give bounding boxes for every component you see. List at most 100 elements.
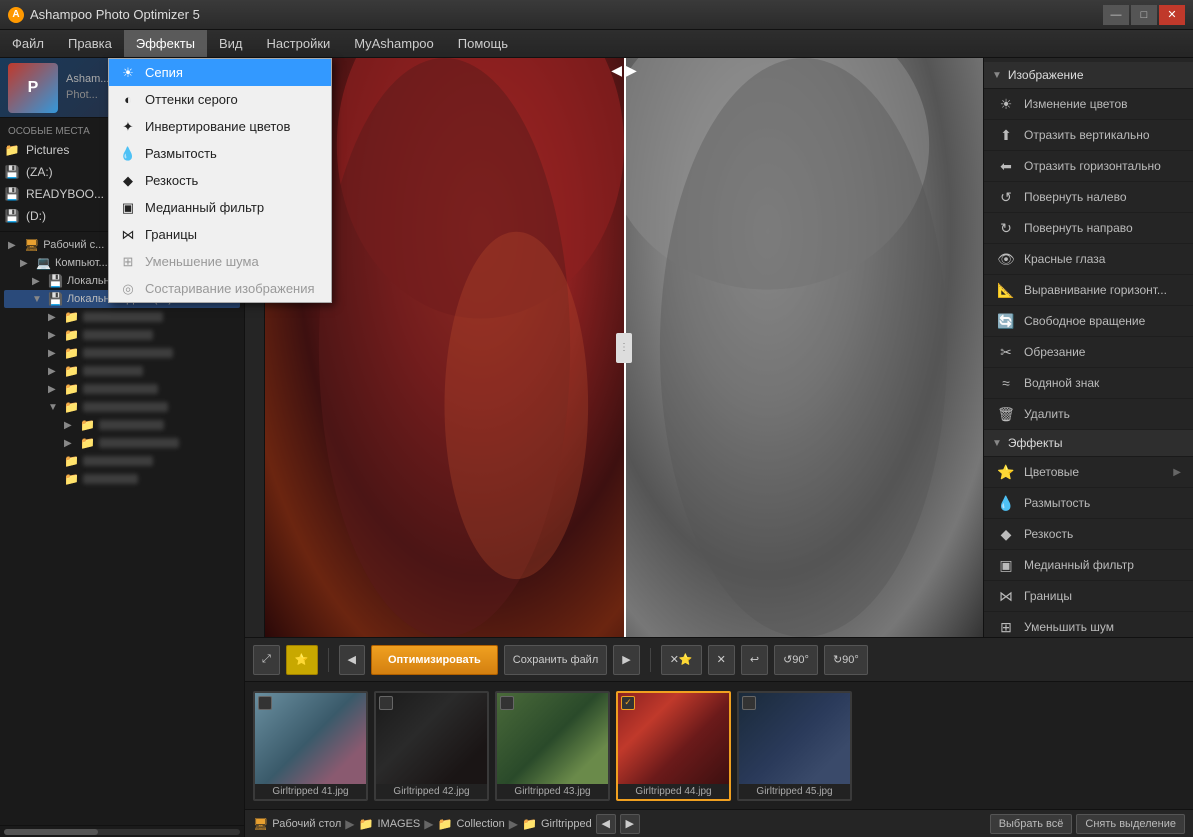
effect-denoise[interactable]: ⊞ Уменьшить шум (984, 612, 1193, 637)
app-logo: P (8, 63, 58, 113)
menu-bar: Файл Правка Эффекты Вид Настройки MyAsha… (0, 30, 1193, 58)
effect-edges[interactable]: ⋈ Границы (984, 581, 1193, 612)
optimize-button[interactable]: Оптимизировать (371, 645, 498, 675)
film-checkbox-44[interactable]: ✓ (621, 696, 635, 710)
effect-delete[interactable]: 🗑 Удалить (984, 399, 1193, 430)
toolbar-sep-2 (650, 648, 651, 672)
edges-effect-icon: ⋈ (996, 586, 1016, 606)
effect-watermark[interactable]: ≈ Водяной знак (984, 368, 1193, 399)
breadcrumb-girltripped[interactable]: 📁 Girltripped (522, 817, 592, 831)
menu-grayscale[interactable]: ◐ Оттенки серого (109, 86, 331, 113)
menu-file[interactable]: Файл (0, 30, 56, 57)
film-thumb-45 (739, 693, 850, 784)
maximize-button[interactable]: □ (1131, 5, 1157, 25)
sharpen-icon: ◆ (119, 172, 137, 190)
menu-sepia[interactable]: ☀ Сепия (109, 59, 331, 86)
menu-edges[interactable]: ⋈ Границы (109, 221, 331, 248)
blur-effect-label: Размытость (1024, 496, 1090, 510)
menu-median[interactable]: ▣ Медианный фильтр (109, 194, 331, 221)
nav-next-button[interactable]: ▶ (613, 645, 639, 675)
effect-color-effects[interactable]: ⭐ Цветовые ▶ (984, 457, 1193, 488)
film-checkbox-43[interactable] (500, 696, 514, 710)
window-controls[interactable]: — □ ✕ (1103, 5, 1185, 25)
menu-blur[interactable]: 💧 Размытость (109, 140, 331, 167)
remove-button[interactable]: ✕ (708, 645, 735, 675)
sepia-hair-svg (624, 58, 983, 637)
film-item-45[interactable]: Girltripped 45.jpg (737, 691, 852, 801)
effects-section-header[interactable]: ▼ Эффекты (984, 430, 1193, 457)
breadcrumb-collection[interactable]: 📁 Collection (438, 817, 505, 831)
menu-myashampoo[interactable]: MyAshampoo (342, 30, 445, 57)
effect-rotate-left[interactable]: ↺ Повернуть налево (984, 182, 1193, 213)
toolbar-sep-1 (328, 648, 329, 672)
film-checkbox-45[interactable] (742, 696, 756, 710)
effect-crop[interactable]: ✂ Обрезание (984, 337, 1193, 368)
effect-flip-v[interactable]: ⬆ Отразить вертикально (984, 120, 1193, 151)
film-item-41[interactable]: Girltripped 41.jpg (253, 691, 368, 801)
effect-color-change[interactable]: ☀ Изменение цветов (984, 89, 1193, 120)
readyboost-label: READYBOO... (26, 187, 104, 201)
film-checkbox-42[interactable] (379, 696, 393, 710)
red-eye-label: Красные глаза (1024, 252, 1105, 266)
effect-sharpen[interactable]: ◆ Резкость (984, 519, 1193, 550)
menu-settings[interactable]: Настройки (255, 30, 343, 57)
breadcrumb-desktop-label: Рабочий стол (272, 818, 341, 830)
tree-folder-6[interactable]: ▼ 📁 (44, 398, 240, 416)
flip-h-label: Отразить горизонтально (1024, 159, 1161, 173)
effect-red-eye[interactable]: 👁 Красные глаза (984, 244, 1193, 275)
tree-folder-4[interactable]: ▶ 📁 (44, 362, 240, 380)
film-item-43[interactable]: Girltripped 43.jpg (495, 691, 610, 801)
denoise-label: Уменьшение шума (145, 254, 259, 269)
breadcrumb-nav-left[interactable]: ◀ (596, 814, 616, 834)
image-section-header[interactable]: ▼ Изображение (984, 62, 1193, 89)
tree-folder-1[interactable]: ▶ 📁 (44, 308, 240, 326)
effect-median[interactable]: ▣ Медианный фильтр (984, 550, 1193, 581)
tree-folder-8[interactable]: 📁 (44, 470, 240, 488)
tree-folder-3[interactable]: ▶ 📁 (44, 344, 240, 362)
effect-flip-h[interactable]: ⬅ Отразить горизонтально (984, 151, 1193, 182)
breadcrumb-images[interactable]: 📁 IMAGES (359, 817, 421, 831)
rotate-ccw-button[interactable]: ↺90° (774, 645, 818, 675)
select-all-button[interactable]: Выбрать всё (990, 814, 1073, 834)
tree-folder-5[interactable]: ▶ 📁 (44, 380, 240, 398)
divider-handle[interactable]: ⋮ (616, 333, 632, 363)
film-item-42[interactable]: Girltripped 42.jpg (374, 691, 489, 801)
zoom-to-fit-button[interactable]: ⤢ (253, 645, 280, 675)
delete-selected-button[interactable]: ✕⭐ (661, 645, 702, 675)
photo-canvas: ◀ ▶ ⋮ (265, 58, 983, 637)
save-button[interactable]: Сохранить файл (504, 645, 607, 675)
breadcrumb-desktop[interactable]: 🖥 Рабочий стол (253, 817, 341, 831)
free-rotate-label: Свободное вращение (1024, 314, 1145, 328)
nav-prev-button[interactable]: ◀ (339, 645, 365, 675)
menu-sharpen[interactable]: ◆ Резкость (109, 167, 331, 194)
image-section-arrow: ▼ (992, 70, 1002, 81)
blurred-name-6 (83, 402, 168, 412)
menu-view[interactable]: Вид (207, 30, 255, 57)
menu-invert[interactable]: ✦ Инвертирование цветов (109, 113, 331, 140)
film-checkbox-41[interactable] (258, 696, 272, 710)
effect-straighten[interactable]: 📐 Выравнивание горизонт... (984, 275, 1193, 306)
film-item-44[interactable]: ✓ Girltripped 44.jpg (616, 691, 731, 801)
undo-button[interactable]: ↩ (741, 645, 768, 675)
breadcrumb-nav-right[interactable]: ▶ (620, 814, 640, 834)
blurred-name-7 (83, 456, 153, 466)
menu-help[interactable]: Помощь (446, 30, 520, 57)
deselect-button[interactable]: Снять выделение (1076, 814, 1185, 834)
tree-subfolder-1[interactable]: ▶ 📁 (60, 416, 240, 434)
menu-effects[interactable]: Эффекты (124, 30, 207, 57)
rotate-cw-button[interactable]: ↻90° (824, 645, 868, 675)
minimize-button[interactable]: — (1103, 5, 1129, 25)
effect-blur[interactable]: 💧 Размытость (984, 488, 1193, 519)
favorite-button[interactable]: ⭐ (286, 645, 318, 675)
tree-subfolder-2[interactable]: ▶ 📁 (60, 434, 240, 452)
close-button[interactable]: ✕ (1159, 5, 1185, 25)
effect-rotate-right[interactable]: ↻ Повернуть направо (984, 213, 1193, 244)
effect-free-rotate[interactable]: 🔄 Свободное вращение (984, 306, 1193, 337)
app-icon: A (8, 7, 24, 23)
menu-edit[interactable]: Правка (56, 30, 124, 57)
tree-folder-7[interactable]: 📁 (44, 452, 240, 470)
window-title: Ashampoo Photo Optimizer 5 (30, 7, 200, 22)
tree-folder-2[interactable]: ▶ 📁 (44, 326, 240, 344)
effects-section-label: Эффекты (1008, 436, 1063, 450)
sidebar-scrollbar[interactable] (0, 825, 244, 837)
